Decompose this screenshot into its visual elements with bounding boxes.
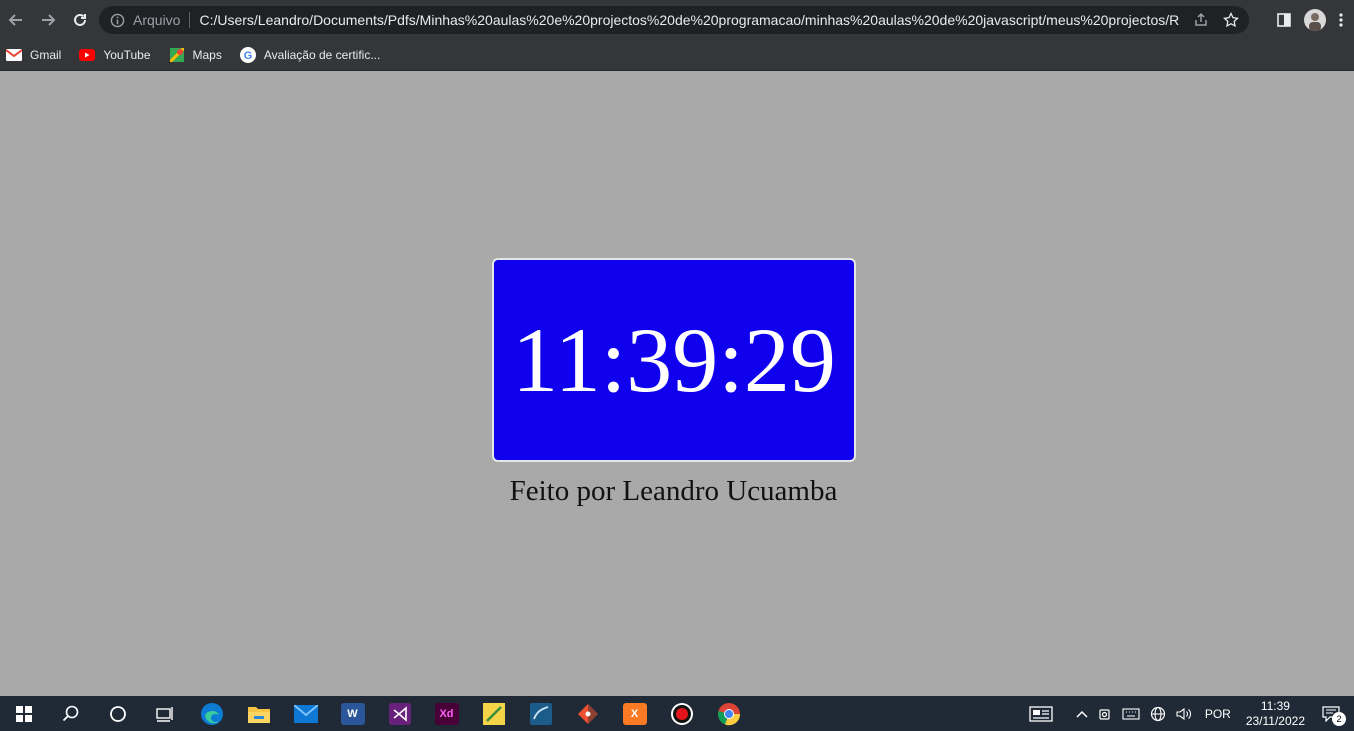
bookmarks-bar: Gmail YouTube Maps G Avaliação de certif…	[0, 40, 1354, 71]
volume-icon	[1176, 707, 1191, 720]
task-view-button[interactable]	[141, 696, 188, 731]
arrow-left-icon	[8, 14, 22, 26]
notification-center-button[interactable]: 2	[1322, 705, 1346, 726]
taskbar-time: 11:39	[1260, 698, 1290, 713]
page-viewport: 11:39:29 Feito por Leandro Ucuamba	[0, 71, 1354, 696]
profile-avatar[interactable]	[1304, 9, 1326, 31]
bookmark-youtube[interactable]: YouTube	[79, 47, 151, 63]
star-icon[interactable]	[1223, 12, 1239, 28]
maps-icon	[169, 47, 185, 63]
language-indicator[interactable]: POR	[1205, 707, 1231, 721]
volume-button[interactable]	[1176, 707, 1192, 721]
taskbar-app-sticky[interactable]	[470, 696, 517, 731]
forward-button[interactable]	[32, 4, 64, 36]
network-button[interactable]	[1150, 706, 1166, 722]
more-options-icon[interactable]	[1338, 12, 1344, 28]
news-icon	[1029, 705, 1053, 722]
mysql-workbench-icon	[529, 702, 552, 725]
word-icon: W	[340, 702, 365, 725]
bookmark-gmail[interactable]: Gmail	[6, 47, 61, 63]
git-icon	[577, 703, 598, 724]
back-button[interactable]	[0, 4, 32, 36]
start-button[interactable]	[0, 696, 47, 731]
clock-time: 11:39:29	[512, 309, 836, 411]
meet-now-button[interactable]	[1098, 707, 1112, 721]
cortana-button[interactable]	[94, 696, 141, 731]
taskbar: W Xd X POR 11:39 23/11/2022 2	[0, 696, 1354, 731]
bookmark-google[interactable]: G Avaliação de certific...	[239, 47, 381, 63]
taskbar-app-file-explorer[interactable]	[235, 696, 282, 731]
system-tray: POR 11:39 23/11/2022 2	[1024, 696, 1354, 731]
record-icon	[670, 702, 693, 725]
taskbar-app-word[interactable]: W	[329, 696, 376, 731]
task-view-icon	[155, 706, 173, 722]
youtube-icon	[79, 47, 96, 63]
chrome-icon	[717, 702, 740, 725]
taskbar-app-mysql-workbench[interactable]	[517, 696, 564, 731]
mail-icon	[293, 704, 318, 723]
news-widget[interactable]	[1029, 705, 1053, 722]
reload-icon	[74, 13, 86, 26]
side-panel-icon[interactable]	[1276, 12, 1292, 28]
cortana-icon	[109, 705, 126, 722]
credit-text: Feito por Leandro Ucuamba	[509, 475, 838, 507]
bookmark-label: YouTube	[103, 48, 151, 62]
xampp-icon: X	[622, 702, 647, 725]
taskbar-app-xampp[interactable]: X	[611, 696, 658, 731]
taskbar-app-edge[interactable]	[188, 696, 235, 731]
bookmark-maps[interactable]: Maps	[169, 47, 222, 63]
search-button[interactable]	[47, 696, 94, 731]
adobe-xd-icon: Xd	[434, 702, 459, 725]
folder-icon	[247, 706, 270, 723]
camera-icon	[1099, 708, 1110, 720]
taskbar-app-adobe-xd[interactable]: Xd	[423, 696, 470, 731]
clock-display: 11:39:29	[492, 258, 856, 462]
share-icon[interactable]	[1193, 12, 1209, 28]
arrow-right-icon	[42, 14, 56, 26]
keyboard-tray[interactable]	[1122, 707, 1140, 720]
taskbar-clock[interactable]: 11:39 23/11/2022	[1246, 699, 1305, 729]
bookmark-label: Maps	[192, 48, 222, 62]
taskbar-app-recorder[interactable]	[658, 696, 705, 731]
reload-button[interactable]	[64, 4, 96, 36]
gmail-icon	[6, 47, 22, 63]
notification-badge: 2	[1332, 711, 1346, 726]
visual-studio-icon	[388, 702, 411, 725]
globe-icon	[1150, 706, 1165, 721]
chevron-up-icon	[1076, 710, 1088, 718]
address-bar[interactable]: Arquivo C:/Users/Leandro/Documents/Pdfs/…	[99, 6, 1249, 34]
scheme-label: Arquivo	[133, 12, 181, 28]
bookmark-label: Avaliação de certific...	[263, 48, 381, 62]
keyboard-icon	[1122, 707, 1140, 720]
taskbar-app-visual-studio[interactable]	[376, 696, 423, 731]
bookmark-label: Gmail	[30, 48, 62, 62]
info-icon[interactable]	[109, 12, 125, 28]
show-hidden-icons[interactable]	[1076, 710, 1088, 718]
edge-icon	[200, 702, 223, 725]
taskbar-app-chrome[interactable]	[705, 696, 752, 731]
windows-icon	[15, 705, 32, 722]
taskbar-date: 23/11/2022	[1245, 713, 1305, 728]
sticky-notes-icon	[482, 702, 505, 725]
taskbar-app-git[interactable]	[564, 696, 611, 731]
taskbar-app-mail[interactable]	[282, 696, 329, 731]
google-icon: G	[239, 47, 256, 63]
search-icon	[62, 705, 78, 721]
svg-text:G: G	[244, 50, 253, 62]
url-text[interactable]: C:/Users/Leandro/Documents/Pdfs/Minhas%2…	[199, 12, 1179, 28]
divider	[189, 12, 191, 28]
browser-toolbar: Arquivo C:/Users/Leandro/Documents/Pdfs/…	[0, 0, 1354, 40]
